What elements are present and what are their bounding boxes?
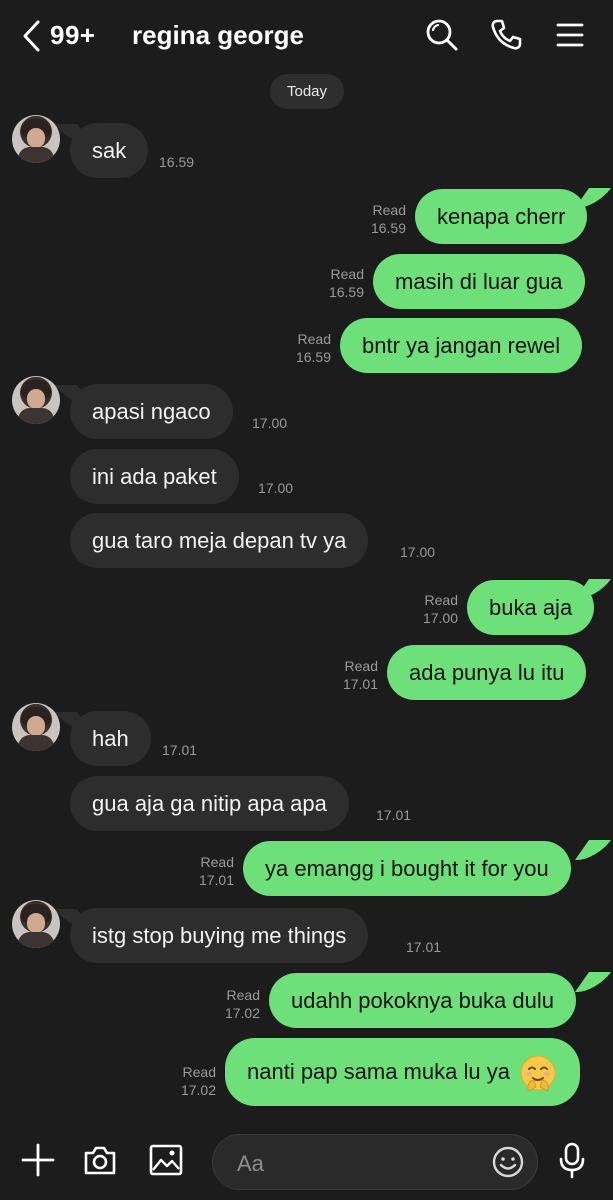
read-receipt: Read [297, 331, 331, 347]
search-icon[interactable] [424, 17, 460, 53]
incoming-message[interactable]: apasi ngaco [70, 384, 233, 439]
outgoing-message[interactable]: bntr ya jangan rewel [340, 318, 583, 373]
message-time: 17.00 [258, 480, 294, 496]
message-time: 17.02 [180, 1082, 216, 1098]
incoming-message[interactable]: gua aja ga nitip apa apa [70, 776, 349, 831]
phone-icon[interactable] [488, 17, 524, 53]
bubble-tail [574, 972, 612, 992]
menu-icon[interactable] [552, 17, 588, 53]
outgoing-message[interactable]: kenapa cherr [415, 189, 588, 244]
contact-avatar[interactable] [12, 900, 60, 948]
outgoing-message[interactable]: ada punya lu itu [387, 645, 587, 700]
message-time: 17.01 [198, 872, 234, 888]
message-input[interactable] [235, 1145, 489, 1183]
read-receipt: Read [200, 854, 234, 870]
read-receipt: Read [344, 658, 378, 674]
read-receipt: Read [330, 266, 364, 282]
message-time: 17.02 [224, 1005, 260, 1021]
read-receipt: Read [226, 987, 260, 1003]
outgoing-message[interactable]: nanti pap sama muka lu ya [225, 1038, 580, 1106]
outgoing-message[interactable]: buka aja [467, 580, 595, 635]
message-time: 17.00 [252, 415, 288, 431]
message-time: 16.59 [295, 349, 331, 365]
incoming-message[interactable]: istg stop buying me things [70, 908, 369, 963]
emoji-icon[interactable] [491, 1145, 525, 1179]
bubble-tail [574, 840, 612, 860]
message-input-field[interactable] [212, 1134, 538, 1190]
date-divider: Today [270, 74, 344, 109]
message-time: 16.59 [159, 154, 195, 170]
incoming-message[interactable]: ini ada paket [70, 449, 239, 504]
chat-header: 99+ regina george [0, 0, 613, 74]
read-receipt: Read [182, 1064, 216, 1080]
camera-icon[interactable] [82, 1142, 118, 1178]
back-chevron-icon[interactable] [20, 18, 44, 54]
message-time: 16.59 [370, 220, 406, 236]
outgoing-message[interactable]: ya emangg i bought it for you [243, 841, 571, 896]
message-time: 17.01 [342, 676, 378, 692]
incoming-message[interactable]: sak [70, 123, 149, 178]
plus-icon[interactable] [20, 1142, 56, 1178]
read-receipt: Read [372, 202, 406, 218]
outgoing-message[interactable]: masih di luar gua [373, 254, 585, 309]
incoming-message[interactable]: hah [70, 711, 151, 766]
contact-avatar[interactable] [12, 376, 60, 424]
contact-avatar[interactable] [12, 703, 60, 751]
message-time: 17.01 [376, 807, 412, 823]
unread-count[interactable]: 99+ [50, 20, 96, 51]
message-time: 17.01 [406, 939, 442, 955]
microphone-icon[interactable] [554, 1140, 590, 1180]
incoming-message[interactable]: gua taro meja depan tv ya [70, 513, 369, 568]
read-receipt: Read [424, 592, 458, 608]
contact-avatar[interactable] [12, 115, 60, 163]
outgoing-message[interactable]: udahh pokoknya buka dulu [269, 973, 576, 1028]
message-text: nanti pap sama muka lu ya [247, 1059, 510, 1084]
hugging-face-emoji-icon [520, 1055, 556, 1092]
message-time: 17.01 [162, 742, 198, 758]
message-time: 17.00 [422, 610, 458, 626]
message-time: 16.59 [328, 284, 364, 300]
message-time: 17.00 [400, 544, 436, 560]
contact-name[interactable]: regina george [132, 20, 304, 51]
image-icon[interactable] [148, 1142, 184, 1178]
